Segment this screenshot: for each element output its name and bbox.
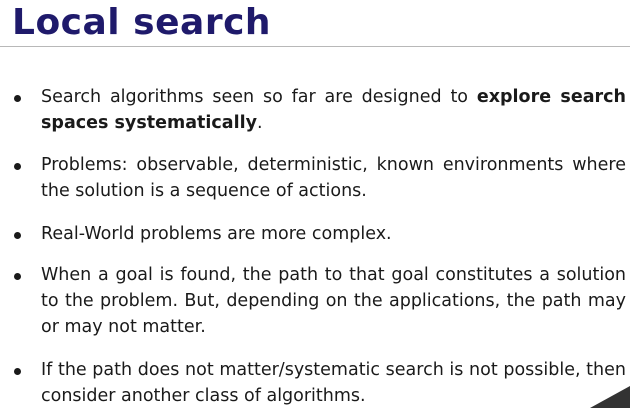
bullet-item: Search algorithms seen so far are design… [14, 84, 626, 136]
title-divider [0, 46, 630, 47]
slide: Local search Search algorithms seen so f… [0, 0, 630, 408]
bullet-dot [14, 368, 21, 375]
bullet-item: When a goal is found, the path to that g… [14, 262, 626, 340]
bullet-item: Problems: observable, deterministic, kno… [14, 152, 626, 204]
corner-decoration [590, 386, 630, 408]
bullet-text: Real-World problems are more complex. [41, 224, 392, 244]
bullet-text: When a goal is found, the path to that g… [41, 265, 626, 337]
bullet-dot [14, 163, 21, 170]
bullet-dot [14, 232, 21, 239]
bullet-item: If the path does not matter/systematic s… [14, 357, 626, 408]
bullet-text: If the path does not matter/systematic s… [41, 360, 626, 406]
slide-title: Local search [12, 2, 272, 43]
bullet-item: Real-World problems are more complex. [14, 221, 626, 247]
bullet-text: Problems: observable, deterministic, kno… [41, 155, 626, 201]
bullet-dot [14, 273, 21, 280]
bullet-text: Search algorithms seen so far are design… [41, 84, 626, 136]
bullet-dot [14, 95, 21, 102]
bullet-text-after: . [256, 113, 263, 133]
bullet-text-plain: Search algorithms seen so far are design… [41, 87, 477, 107]
